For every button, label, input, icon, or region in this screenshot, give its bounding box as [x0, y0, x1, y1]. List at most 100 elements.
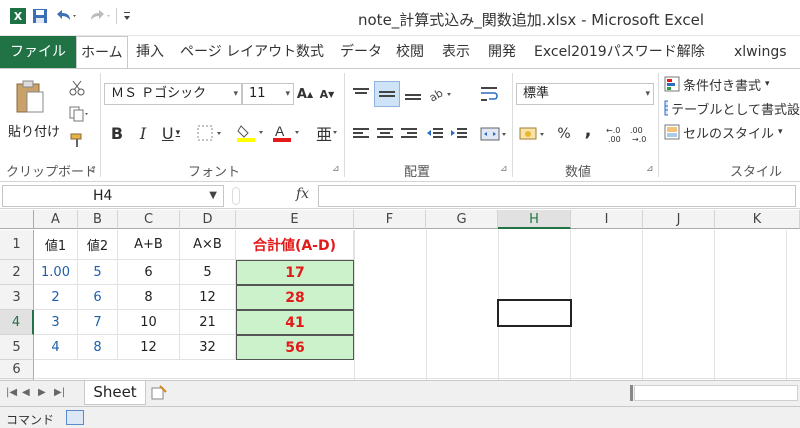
cell-e3[interactable]: 28: [236, 285, 354, 310]
save-button[interactable]: [31, 5, 49, 27]
copy-button[interactable]: [66, 103, 92, 125]
redo-button[interactable]: [86, 5, 114, 27]
undo-button[interactable]: [52, 5, 80, 27]
first-sheet-icon[interactable]: |◀: [6, 387, 17, 398]
phonetic-button[interactable]: 亜: [312, 121, 342, 145]
cell-e5[interactable]: 56: [236, 335, 354, 360]
align-center-button[interactable]: [374, 123, 396, 145]
fill-color-button[interactable]: [234, 121, 268, 145]
cell-c4[interactable]: 10: [118, 310, 180, 335]
column-header-b[interactable]: B: [78, 210, 118, 229]
select-all-corner[interactable]: [0, 210, 34, 229]
format-painter-button[interactable]: [66, 129, 88, 151]
format-as-table-button[interactable]: テーブルとして書式設: [664, 97, 800, 119]
cell-c2[interactable]: 6: [118, 260, 180, 285]
column-header-a[interactable]: A: [34, 210, 78, 229]
cell-c3[interactable]: 8: [118, 285, 180, 310]
number-format-select[interactable]: 標準 ▾: [516, 83, 654, 105]
number-launcher-icon[interactable]: ⊿: [646, 164, 654, 174]
align-right-button[interactable]: [398, 123, 420, 145]
cell-a5[interactable]: 4: [34, 335, 78, 360]
next-sheet-icon[interactable]: ▶: [38, 387, 46, 398]
column-header-h[interactable]: H: [498, 210, 571, 229]
tab-splitter[interactable]: [630, 385, 633, 401]
cell-e4[interactable]: 41: [236, 310, 354, 335]
cell-b5[interactable]: 8: [78, 335, 118, 360]
cell-a4[interactable]: 3: [34, 310, 78, 335]
bold-button[interactable]: B: [106, 121, 128, 145]
cell-b2[interactable]: 5: [78, 260, 118, 285]
active-cell-h4[interactable]: [497, 299, 572, 327]
wrap-text-button[interactable]: [478, 83, 500, 105]
cell-c5[interactable]: 12: [118, 335, 180, 360]
increase-decimal-button[interactable]: ←.0.00: [606, 123, 628, 145]
insert-function-button[interactable]: fx: [296, 186, 309, 202]
accounting-format-button[interactable]: [518, 123, 548, 145]
tab-file[interactable]: ファイル: [0, 36, 76, 68]
column-header-j[interactable]: J: [643, 210, 715, 229]
formula-bar-splitter[interactable]: [232, 187, 240, 205]
shrink-font-button[interactable]: A ▼: [318, 83, 336, 105]
italic-button[interactable]: I: [132, 121, 154, 145]
decrease-decimal-button[interactable]: .00 →.0: [630, 123, 652, 145]
column-header-f[interactable]: F: [354, 210, 426, 229]
row-header-3[interactable]: 3: [0, 285, 34, 310]
comma-style-button[interactable]: ,: [580, 119, 596, 141]
tab-review[interactable]: 校閲: [392, 36, 428, 68]
align-top-button[interactable]: [350, 83, 372, 105]
row-header-5[interactable]: 5: [0, 335, 34, 360]
macro-record-icon[interactable]: [66, 410, 84, 425]
cell-a1[interactable]: 値1: [34, 230, 78, 260]
cell-d2[interactable]: 5: [180, 260, 236, 285]
column-header-g[interactable]: G: [426, 210, 498, 229]
row-header-6[interactable]: 6: [0, 360, 34, 379]
column-header-d[interactable]: D: [180, 210, 236, 229]
conditional-formatting-button[interactable]: 条件付き書式 ▾: [664, 73, 800, 95]
cell-styles-button[interactable]: セルのスタイル ▾: [664, 121, 800, 143]
font-name-select[interactable]: ＭＳ Ｐゴシック ▾: [104, 83, 242, 105]
cell-e1[interactable]: 合計値(A-D): [236, 230, 354, 260]
merge-center-button[interactable]: [478, 123, 510, 145]
column-header-c[interactable]: C: [118, 210, 180, 229]
font-launcher-icon[interactable]: ⊿: [332, 164, 340, 174]
cut-button[interactable]: [66, 77, 88, 99]
cell-a3[interactable]: 2: [34, 285, 78, 310]
orientation-button[interactable]: ab: [426, 83, 456, 105]
row-header-2[interactable]: 2: [0, 260, 34, 285]
column-header-k[interactable]: K: [715, 210, 800, 229]
cell-b3[interactable]: 6: [78, 285, 118, 310]
align-left-button[interactable]: [350, 123, 372, 145]
tab-data[interactable]: データ: [336, 36, 386, 68]
tab-xlwings[interactable]: xlwings: [730, 36, 791, 68]
cell-b1[interactable]: 値2: [78, 230, 118, 260]
decrease-indent-button[interactable]: [424, 123, 446, 145]
cell-d5[interactable]: 32: [180, 335, 236, 360]
tab-view[interactable]: 表示: [438, 36, 474, 68]
font-size-select[interactable]: 11 ▾: [242, 83, 294, 105]
column-header-i[interactable]: I: [571, 210, 643, 229]
cell-d1[interactable]: A×B: [180, 230, 236, 260]
percent-style-button[interactable]: %: [554, 123, 574, 145]
paste-label[interactable]: 貼り付け: [8, 121, 60, 140]
last-sheet-icon[interactable]: ▶|: [54, 387, 65, 398]
borders-button[interactable]: [194, 121, 226, 145]
increase-indent-button[interactable]: [448, 123, 470, 145]
grow-font-button[interactable]: A ▲: [296, 83, 314, 105]
cell-d4[interactable]: 21: [180, 310, 236, 335]
tab-developer[interactable]: 開発: [484, 36, 520, 68]
align-bottom-button[interactable]: [402, 83, 424, 105]
tab-page-layout[interactable]: ページ レイアウト: [176, 36, 300, 68]
sheet-tab-sheet[interactable]: Sheet: [84, 381, 146, 405]
font-color-button[interactable]: A: [270, 121, 304, 145]
cell-d3[interactable]: 12: [180, 285, 236, 310]
tab-insert[interactable]: 挿入: [132, 36, 168, 68]
cell-a2[interactable]: 1.00: [34, 260, 78, 285]
prev-sheet-icon[interactable]: ◀: [22, 387, 30, 398]
column-header-e[interactable]: E: [236, 210, 354, 229]
row-header-1[interactable]: 1: [0, 230, 34, 260]
customize-quick-access-button[interactable]: [120, 5, 134, 27]
formula-input[interactable]: [318, 185, 796, 207]
tab-password-unlock[interactable]: Excel2019パスワード解除: [530, 36, 709, 68]
cell-c1[interactable]: A+B: [118, 230, 180, 260]
name-box[interactable]: H4 ▼: [2, 185, 224, 207]
